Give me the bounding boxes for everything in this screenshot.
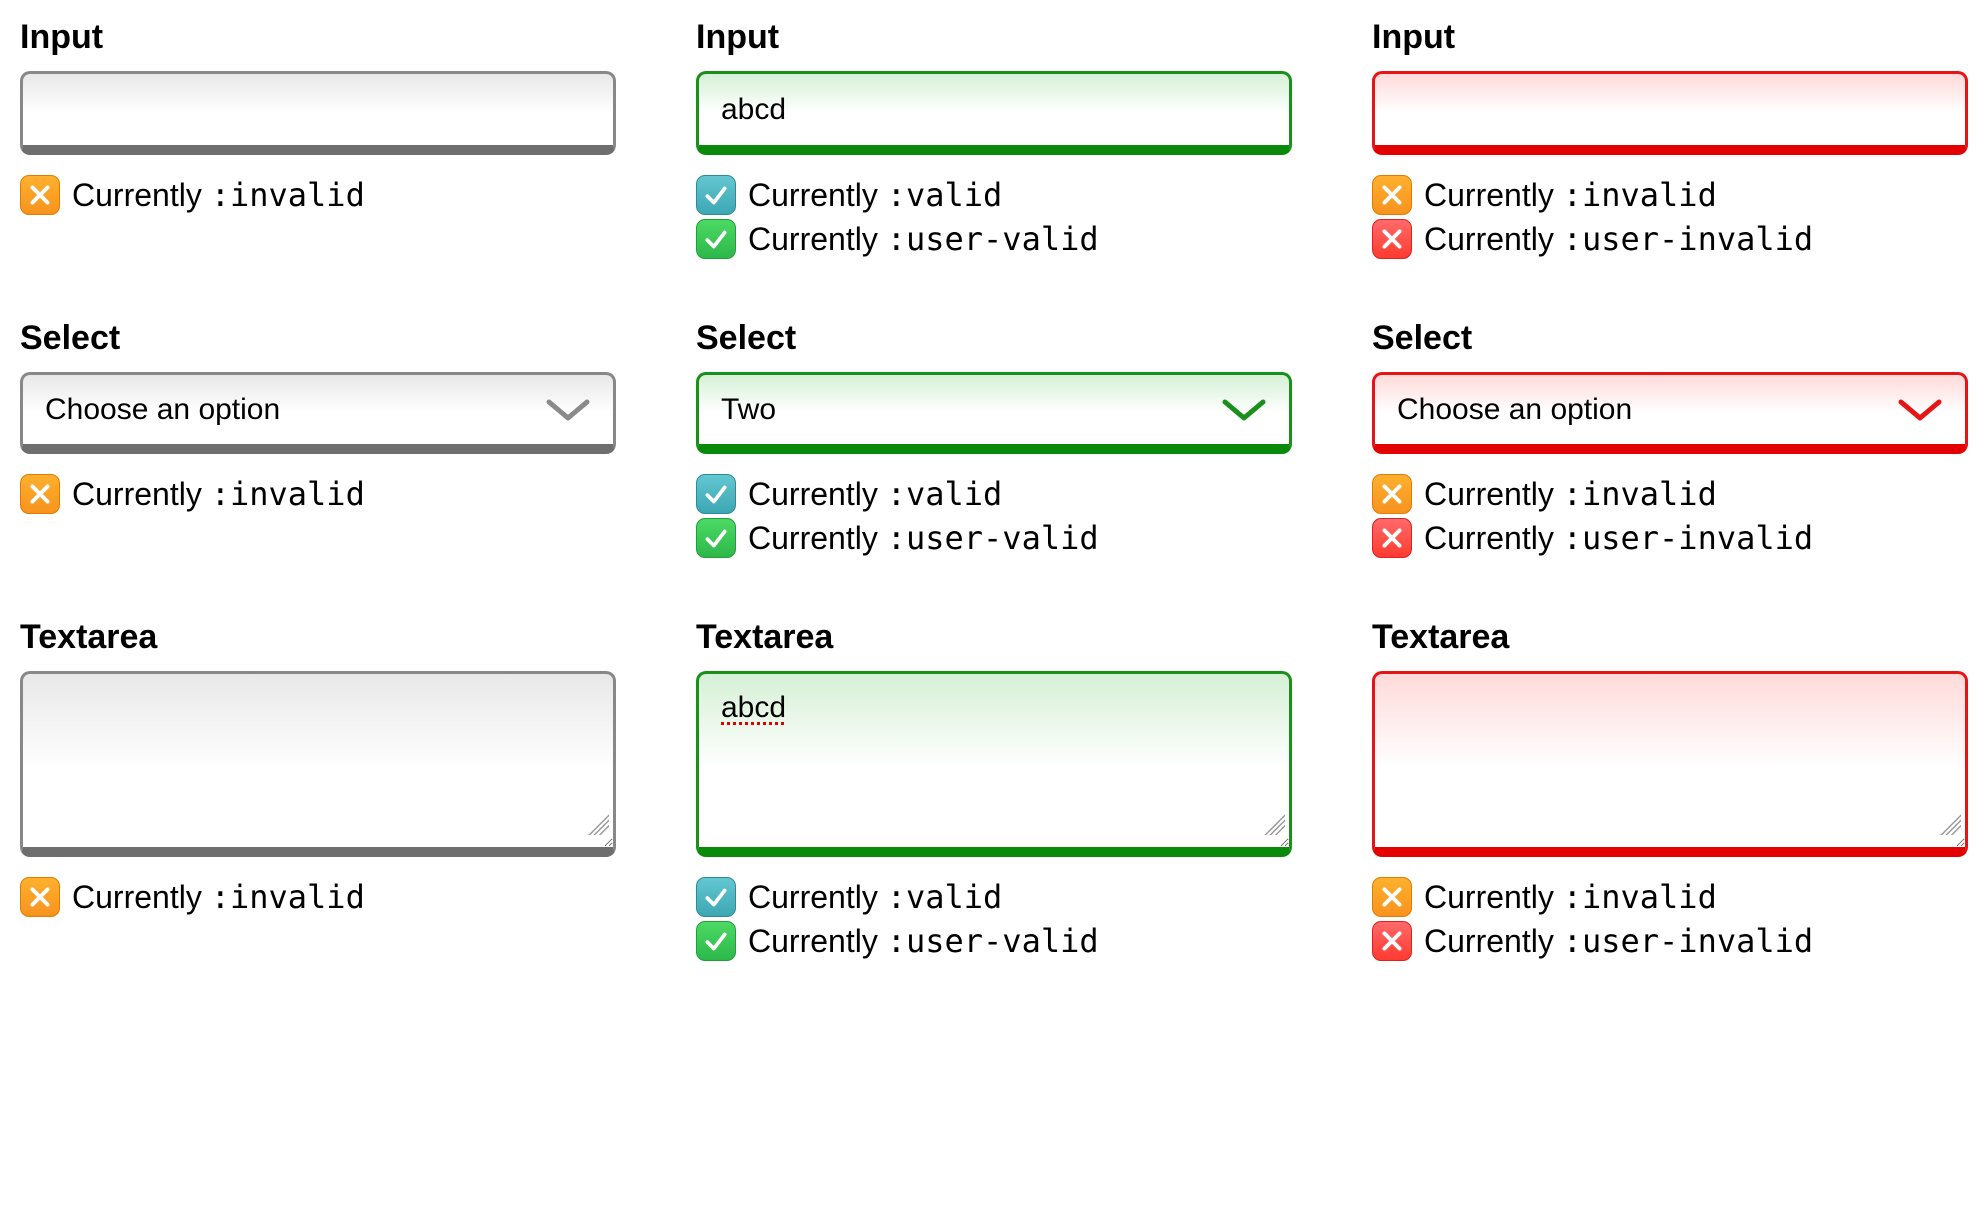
status-text: Currently :invalid [1424, 176, 1717, 214]
status-list: Currently :invalid [20, 175, 616, 215]
cell-select-col2: Select Choose an option Currently :inval… [1372, 319, 1968, 558]
label-input: Input [696, 18, 1292, 57]
chevron-down-icon [1221, 396, 1267, 424]
status-row: Currently :valid [696, 175, 1292, 215]
label-textarea: Textarea [696, 618, 1292, 657]
cell-textarea-col0: Textarea Currently :invalid [20, 618, 616, 961]
status-text: Currently :user-invalid [1424, 922, 1813, 960]
status-list: Currently :invalid Currently :user-inval… [1372, 175, 1968, 259]
x-icon [20, 877, 60, 917]
status-row: Currently :invalid [1372, 175, 1968, 215]
status-text: Currently :valid [748, 176, 1002, 214]
status-text: Currently :invalid [72, 475, 365, 513]
x-icon [1372, 921, 1412, 961]
label-input: Input [1372, 18, 1968, 57]
label-select: Select [20, 319, 616, 358]
status-row: Currently :invalid [20, 877, 616, 917]
select-value: Two [721, 393, 776, 427]
label-select: Select [1372, 319, 1968, 358]
status-text: Currently :user-valid [748, 922, 1099, 960]
status-text: Currently :invalid [1424, 878, 1717, 916]
status-row: Currently :user-invalid [1372, 219, 1968, 259]
check-icon [696, 474, 736, 514]
cell-textarea-col2: Textarea Currently :invalid Currently :u… [1372, 618, 1968, 961]
status-text: Currently :user-invalid [1424, 220, 1813, 258]
status-list: Currently :valid Currently :user-valid [696, 175, 1292, 259]
x-icon [1372, 474, 1412, 514]
status-text: Currently :user-valid [748, 519, 1099, 557]
status-list: Currently :invalid Currently :user-inval… [1372, 474, 1968, 558]
cell-select-col0: Select Choose an option Currently :inval… [20, 319, 616, 558]
status-row: Currently :user-invalid [1372, 518, 1968, 558]
text-input-value: abcd [721, 93, 786, 127]
textarea-col1[interactable]: abcd [696, 671, 1292, 857]
x-icon [20, 474, 60, 514]
check-icon [696, 175, 736, 215]
status-text: Currently :invalid [1424, 475, 1717, 513]
select-value: Choose an option [45, 393, 280, 427]
select-value: Choose an option [1397, 393, 1632, 427]
form-states-grid: Input Currently :invalid Input abcd [20, 18, 1968, 961]
cell-select-col1: Select Two Currently :valid Cu [696, 319, 1292, 558]
check-icon [696, 219, 736, 259]
select-col1[interactable]: Two [696, 372, 1292, 454]
x-icon [1372, 219, 1412, 259]
textarea-value: abcd [721, 691, 786, 724]
check-icon [696, 921, 736, 961]
status-text: Currently :user-valid [748, 220, 1099, 258]
status-list: Currently :valid Currently :user-valid [696, 474, 1292, 558]
text-input-col0[interactable] [20, 71, 616, 155]
status-row: Currently :user-valid [696, 921, 1292, 961]
status-list: Currently :invalid [20, 877, 616, 917]
status-list: Currently :invalid [20, 474, 616, 514]
x-icon [1372, 518, 1412, 558]
status-row: Currently :invalid [20, 175, 616, 215]
resize-grip-icon [1259, 809, 1285, 835]
resize-grip-icon [1935, 809, 1961, 835]
status-text: Currently :invalid [72, 878, 365, 916]
textarea-col0[interactable] [20, 671, 616, 857]
select-col0[interactable]: Choose an option [20, 372, 616, 454]
select-col2[interactable]: Choose an option [1372, 372, 1968, 454]
chevron-down-icon [1897, 396, 1943, 424]
label-textarea: Textarea [1372, 618, 1968, 657]
text-input-col1[interactable]: abcd [696, 71, 1292, 155]
x-icon [1372, 175, 1412, 215]
check-icon [696, 518, 736, 558]
status-text: Currently :valid [748, 878, 1002, 916]
status-row: Currently :invalid [1372, 877, 1968, 917]
status-list: Currently :invalid Currently :user-inval… [1372, 877, 1968, 961]
check-icon [696, 877, 736, 917]
x-icon [20, 175, 60, 215]
status-text: Currently :invalid [72, 176, 365, 214]
status-text: Currently :user-invalid [1424, 519, 1813, 557]
chevron-down-icon [545, 396, 591, 424]
text-input-col2[interactable] [1372, 71, 1968, 155]
label-select: Select [696, 319, 1292, 358]
status-row: Currently :valid [696, 877, 1292, 917]
resize-grip-icon [583, 809, 609, 835]
x-icon [1372, 877, 1412, 917]
status-row: Currently :invalid [20, 474, 616, 514]
status-row: Currently :user-invalid [1372, 921, 1968, 961]
status-row: Currently :invalid [1372, 474, 1968, 514]
status-row: Currently :user-valid [696, 219, 1292, 259]
cell-textarea-col1: Textarea abcd Currently :valid Currently… [696, 618, 1292, 961]
cell-input-col2: Input Currently :invalid Currently :user… [1372, 18, 1968, 259]
status-text: Currently :valid [748, 475, 1002, 513]
status-row: Currently :user-valid [696, 518, 1292, 558]
textarea-col2[interactable] [1372, 671, 1968, 857]
status-list: Currently :valid Currently :user-valid [696, 877, 1292, 961]
label-textarea: Textarea [20, 618, 616, 657]
cell-input-col0: Input Currently :invalid [20, 18, 616, 259]
status-row: Currently :valid [696, 474, 1292, 514]
label-input: Input [20, 18, 616, 57]
cell-input-col1: Input abcd Currently :valid Currently :u… [696, 18, 1292, 259]
